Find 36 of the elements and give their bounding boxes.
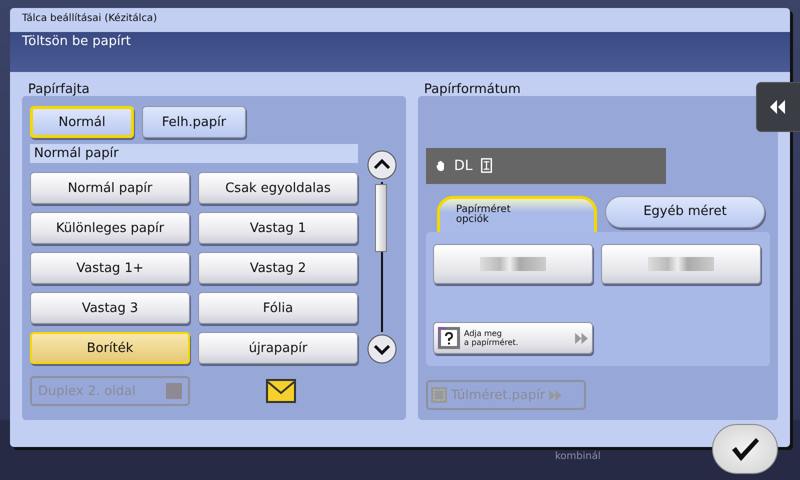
portrait-icon [480, 158, 492, 174]
size-button[interactable] [601, 244, 761, 284]
collapse-button[interactable] [756, 82, 800, 132]
checkmark-icon [730, 436, 760, 462]
list-heading: Normál papír [30, 144, 358, 163]
size-tab[interactable]: Papírméret opciók [437, 196, 597, 232]
envelope-icon [266, 379, 296, 403]
hand-icon [436, 160, 446, 172]
scroll-down-button[interactable] [367, 334, 397, 364]
category-button[interactable]: Felh.papír [142, 106, 246, 138]
format-text: DL [454, 158, 473, 174]
paper-type-button[interactable]: Vastag 1 [198, 212, 358, 244]
custom-size-button[interactable]: Adja meg a papírméret. [433, 322, 593, 354]
paper-type-button[interactable]: Normál papír [30, 172, 190, 204]
paper-type-button[interactable]: Vastag 2 [198, 252, 358, 284]
paper-type-button[interactable]: Boríték [30, 332, 190, 364]
paper-type-button[interactable]: Vastag 3 [30, 292, 190, 324]
scrollbar-thumb[interactable] [375, 184, 387, 252]
section-label: Papírformátum [423, 82, 522, 99]
size-button[interactable] [433, 244, 593, 284]
size-tab[interactable]: Egyéb méret [605, 196, 765, 228]
paper-type-button[interactable]: Különleges papír [30, 212, 190, 244]
section-label: Papírfajta [27, 82, 91, 99]
scroll-up-button[interactable] [367, 150, 397, 180]
paper-type-button[interactable]: Vastag 1+ [30, 252, 190, 284]
message-text: Töltsön be papírt [22, 34, 131, 49]
question-icon [438, 327, 460, 350]
dialog-title: Tálca beállításai (Kézitálca) [21, 12, 158, 26]
square-icon [431, 387, 447, 404]
forward-icon [575, 332, 588, 344]
category-button[interactable]: Normál [30, 106, 134, 138]
paper-type-button[interactable]: Fólia [198, 292, 358, 324]
function-tab[interactable]: kombinál [555, 451, 601, 462]
paper-type-button[interactable]: újrapapír [198, 332, 358, 364]
paper-type-button[interactable]: Csak egyoldalas [198, 172, 358, 204]
forward-icon [549, 390, 562, 401]
